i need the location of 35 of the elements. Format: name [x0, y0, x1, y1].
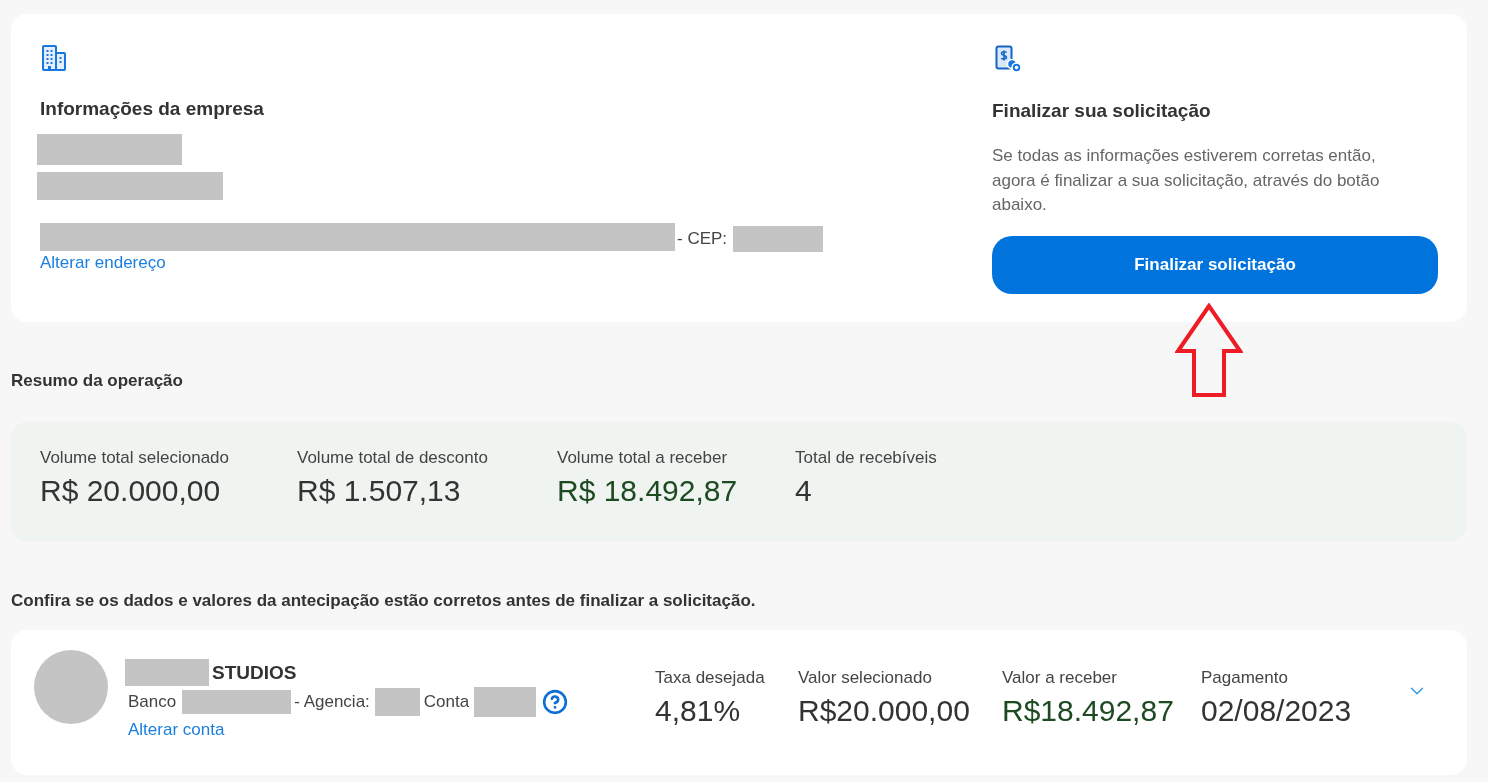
field-label: Valor a receber: [1002, 668, 1118, 688]
company-name: STUDIOS: [212, 661, 297, 684]
metric-label: Volume total selecionado: [40, 448, 231, 468]
redaction-block: [374, 688, 420, 716]
field-value: 02/08/2023: [1201, 693, 1353, 729]
finalize-button[interactable]: Finalizar solicitação: [992, 235, 1438, 294]
section-title: Finalizar sua solicitação: [992, 100, 1212, 122]
field-label: Taxa desejada: [655, 668, 766, 688]
bank-label: Banco: [128, 691, 177, 714]
building-icon: [42, 45, 66, 71]
section-heading: Resumo da operação: [11, 372, 184, 390]
metric-label: Volume total a receber: [557, 448, 729, 468]
confirm-note: Confira se os dados e valores da antecipação estão corretos antes de finalizar a solicitação.: [11, 592, 757, 610]
field-label: Pagamento: [1201, 668, 1289, 688]
metric-value: R$ 1.507,13: [297, 473, 462, 509]
metric-label: Total de recebíveis: [795, 448, 938, 468]
metric-label: Volume total de desconto: [297, 448, 489, 468]
metric-value: R$ 18.492,87: [557, 473, 739, 509]
finalize-description: Se todas as informações estiverem corretas então, agora é finalizar a sua solicitação, através do botão abaixo.: [992, 145, 1381, 216]
field-value: R$18.492,87: [1002, 693, 1175, 729]
field-label: Valor selecionado: [798, 668, 933, 688]
agency-label: - Agencia:: [294, 691, 370, 714]
up-arrow-icon: [1175, 303, 1243, 398]
metric-value: R$ 20.000,00: [40, 473, 222, 509]
money-document-icon: [995, 45, 1022, 73]
metric-value: 4: [795, 473, 813, 509]
cep-label: - CEP:: [677, 230, 728, 248]
field-value: 4,81%: [655, 693, 742, 729]
redaction-block: [474, 687, 537, 717]
account-label: Conta: [423, 691, 470, 714]
change-address-link[interactable]: Alterar endereço: [37, 253, 824, 273]
section-title: Informações da empresa: [39, 98, 265, 120]
change-account-link[interactable]: Alterar conta: [125, 720, 569, 740]
help-icon[interactable]: [542, 689, 569, 715]
field-value: R$20.000,00: [798, 693, 971, 729]
